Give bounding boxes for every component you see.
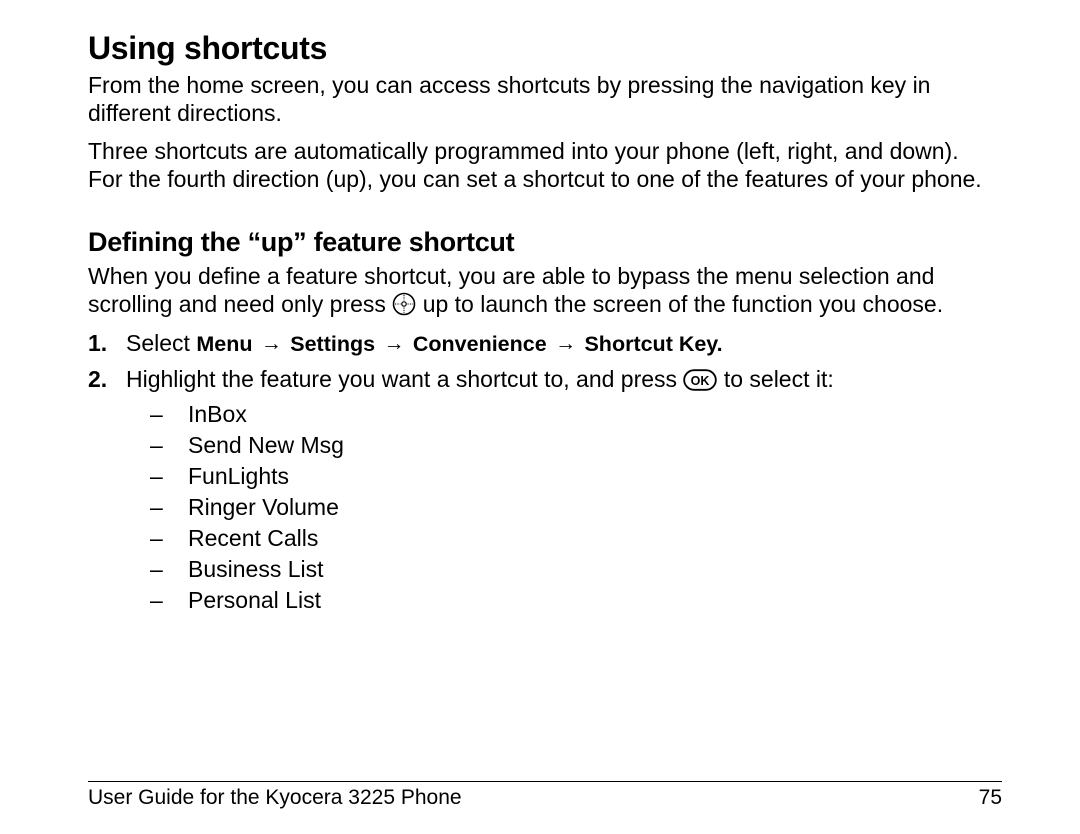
step1-end: . bbox=[717, 332, 723, 356]
arrow-icon: → bbox=[381, 330, 406, 358]
ok-key-icon: OK bbox=[683, 368, 717, 390]
feature-item: Personal List bbox=[150, 585, 992, 616]
steps-list: 1. Select Menu → Settings → Convenience … bbox=[88, 328, 992, 616]
step-1: 1. Select Menu → Settings → Convenience … bbox=[88, 328, 992, 359]
step1-lead: Select bbox=[126, 330, 196, 356]
footer-text: User Guide for the Kyocera 3225 Phone bbox=[88, 786, 462, 810]
nav-key-icon bbox=[392, 292, 416, 316]
intro-paragraph-1: From the home screen, you can access sho… bbox=[88, 71, 992, 127]
step-2: 2. Highlight the feature you want a shor… bbox=[88, 364, 992, 616]
step1-settings: Settings bbox=[290, 332, 375, 356]
step1-shortcut-key: Shortcut Key bbox=[584, 332, 716, 356]
feature-list: InBox Send New Msg FunLights Ringer Volu… bbox=[150, 399, 992, 616]
page-number: 75 bbox=[979, 786, 1002, 810]
feature-item: Send New Msg bbox=[150, 430, 992, 461]
feature-item: Recent Calls bbox=[150, 523, 992, 554]
feature-item: InBox bbox=[150, 399, 992, 430]
step2-text-a: Highlight the feature you want a shortcu… bbox=[126, 366, 683, 392]
define-text-b: up to launch the screen of the function … bbox=[423, 291, 943, 317]
step2-text-b: to select it: bbox=[724, 366, 834, 392]
arrow-icon: → bbox=[553, 330, 578, 358]
define-paragraph: When you define a feature shortcut, you … bbox=[88, 262, 992, 318]
feature-item: FunLights bbox=[150, 461, 992, 492]
step1-convenience: Convenience bbox=[413, 332, 547, 356]
feature-item: Ringer Volume bbox=[150, 492, 992, 523]
step1-menu: Menu bbox=[196, 332, 252, 356]
svg-text:OK: OK bbox=[691, 373, 710, 387]
step-number: 2. bbox=[88, 364, 118, 395]
sub-heading: Defining the “up” feature shortcut bbox=[88, 227, 992, 258]
arrow-icon: → bbox=[259, 330, 284, 358]
intro-paragraph-2: Three shortcuts are automatically progra… bbox=[88, 137, 992, 193]
page-footer: User Guide for the Kyocera 3225 Phone 75 bbox=[88, 781, 1002, 810]
feature-item: Business List bbox=[150, 554, 992, 585]
page-heading: Using shortcuts bbox=[88, 30, 992, 67]
step-number: 1. bbox=[88, 328, 118, 359]
